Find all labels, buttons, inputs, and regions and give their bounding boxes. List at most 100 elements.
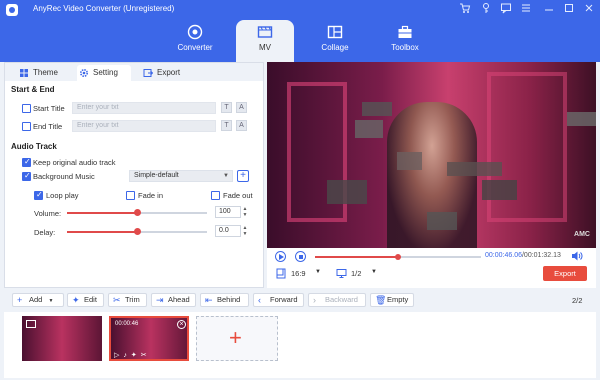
clip-toolbar: + Add ▼ ✦ Edit ✂ Trim ⇥ Ahead ⇤ Behind ‹… xyxy=(4,289,596,311)
page-selector-value[interactable]: 1/2 xyxy=(351,269,361,278)
music-select-value: Simple-default xyxy=(134,172,179,179)
chevron-down-icon: ▼ xyxy=(223,173,229,179)
ahead-label: Ahead xyxy=(168,295,190,304)
ahead-button[interactable]: ⇥ Ahead xyxy=(151,293,196,307)
subtab-theme[interactable]: Theme xyxy=(17,65,67,81)
subtab-theme-label: Theme xyxy=(33,68,58,77)
key-icon[interactable] xyxy=(479,2,493,16)
fade-in-checkbox[interactable] xyxy=(126,191,135,200)
music-select[interactable]: Simple-default ▼ xyxy=(129,170,233,182)
volume-knob[interactable] xyxy=(134,209,141,216)
page-selector-dropdown[interactable]: ▼ xyxy=(371,269,377,275)
backward-button[interactable]: › Backward xyxy=(308,293,366,307)
export-button[interactable]: Export xyxy=(543,266,587,281)
background-music-label: Background Music xyxy=(33,172,95,181)
seek-bar[interactable] xyxy=(315,254,481,260)
end-title-font-button[interactable]: A xyxy=(236,120,247,131)
volume-icon[interactable] xyxy=(571,250,583,262)
start-title-input[interactable]: Enter your txt xyxy=(72,102,216,114)
stop-button[interactable] xyxy=(295,251,306,262)
chevron-down-icon: ▼ xyxy=(48,298,54,304)
play-icon[interactable]: ▷ xyxy=(114,352,123,359)
fade-in-label: Fade in xyxy=(138,191,164,200)
timecode: 00:00:46.06/00:01:32.13 xyxy=(485,252,561,259)
backward-icon: › xyxy=(313,295,316,305)
delay-input[interactable]: 0.0 xyxy=(215,225,241,237)
play-button[interactable] xyxy=(275,251,286,262)
add-icon: + xyxy=(229,325,242,350)
delay-slider[interactable] xyxy=(67,228,207,236)
collage-icon xyxy=(327,24,343,40)
tab-mv[interactable]: MV xyxy=(236,20,294,62)
aspect-ratio-dropdown[interactable]: ▼ xyxy=(315,269,321,275)
watermark-logo: AMC xyxy=(574,231,590,238)
start-end-heading: Start & End xyxy=(11,85,55,94)
tab-mv-label: MV xyxy=(259,43,271,52)
converter-icon xyxy=(187,24,203,40)
start-title-checkbox[interactable] xyxy=(22,104,31,113)
start-title-text-button[interactable]: T xyxy=(221,102,232,113)
delay-stepper[interactable]: ▲ ▼ xyxy=(241,225,249,237)
maximize-icon[interactable] xyxy=(562,2,576,16)
audio-icon[interactable]: ♪ xyxy=(123,352,131,359)
empty-button[interactable]: 🗑 Empty xyxy=(370,293,414,307)
glitch-block xyxy=(482,180,517,200)
subtab-setting-label: Setting xyxy=(93,68,118,77)
tab-toolbox[interactable]: Toolbox xyxy=(376,20,434,62)
delay-knob[interactable] xyxy=(134,228,141,235)
end-title-checkbox[interactable] xyxy=(22,122,31,131)
remove-clip-icon[interactable]: × xyxy=(177,320,186,329)
tab-collage[interactable]: Collage xyxy=(306,20,364,62)
tab-converter[interactable]: Converter xyxy=(166,20,224,62)
feedback-icon[interactable] xyxy=(499,2,513,16)
glitch-block xyxy=(355,120,383,138)
add-music-button[interactable]: + xyxy=(237,170,249,182)
time-total: /00:01:32.13 xyxy=(521,252,561,259)
tab-collage-label: Collage xyxy=(321,43,349,52)
behind-button[interactable]: ⇤ Behind xyxy=(200,293,249,307)
time-current: 00:00:46.06 xyxy=(485,252,522,259)
volume-input[interactable]: 100 xyxy=(215,206,241,218)
glitch-block xyxy=(362,102,392,116)
edit-label: Edit xyxy=(84,295,97,304)
keep-original-label: Keep original audio track xyxy=(33,158,116,167)
seek-knob[interactable] xyxy=(395,254,401,260)
subtab-export[interactable]: Export xyxy=(141,65,191,81)
video-preview[interactable]: AMC xyxy=(267,62,596,248)
add-button[interactable]: + Add ▼ xyxy=(12,293,64,307)
glitch-block xyxy=(397,152,422,170)
background-music-checkbox[interactable] xyxy=(22,171,31,181)
clip-thumbnail[interactable] xyxy=(22,316,102,361)
forward-label: Forward xyxy=(270,295,298,304)
add-clip-button[interactable]: + xyxy=(196,316,278,361)
behind-label: Behind xyxy=(217,295,241,304)
keep-original-checkbox[interactable] xyxy=(22,157,31,167)
end-title-placeholder: Enter your txt xyxy=(77,122,119,129)
end-title-text-button[interactable]: T xyxy=(221,120,232,131)
close-icon[interactable] xyxy=(582,2,596,16)
edit-button[interactable]: ✦ Edit xyxy=(67,293,104,307)
backward-label: Backward xyxy=(325,295,358,304)
volume-slider[interactable] xyxy=(67,209,207,217)
edit-icon[interactable]: ✦ xyxy=(131,352,141,359)
mv-icon xyxy=(257,24,273,40)
trim-button[interactable]: ✂ Trim xyxy=(108,293,147,307)
menu-icon[interactable] xyxy=(519,2,533,16)
subtab-setting[interactable]: Setting xyxy=(77,65,131,81)
cut-icon[interactable]: ✂ xyxy=(141,352,151,359)
start-title-font-button[interactable]: A xyxy=(236,102,247,113)
minimize-icon[interactable] xyxy=(542,2,556,16)
clip-count: 2/2 xyxy=(572,296,583,305)
aspect-ratio-value[interactable]: 16:9 xyxy=(291,269,306,278)
fade-out-checkbox[interactable] xyxy=(211,191,220,200)
forward-button[interactable]: ‹ Forward xyxy=(253,293,304,307)
clip-thumbnail-selected[interactable]: 00:00:46 × ▷♪✦✂ xyxy=(109,316,189,361)
forward-icon: ‹ xyxy=(258,295,261,305)
fade-out-label: Fade out xyxy=(223,191,253,200)
glitch-block xyxy=(327,180,367,204)
cart-icon[interactable] xyxy=(458,2,472,16)
end-title-input[interactable]: Enter your txt xyxy=(72,120,216,132)
loop-play-checkbox[interactable] xyxy=(34,190,43,200)
toolbox-icon xyxy=(397,24,413,40)
volume-stepper[interactable]: ▲ ▼ xyxy=(241,206,249,218)
